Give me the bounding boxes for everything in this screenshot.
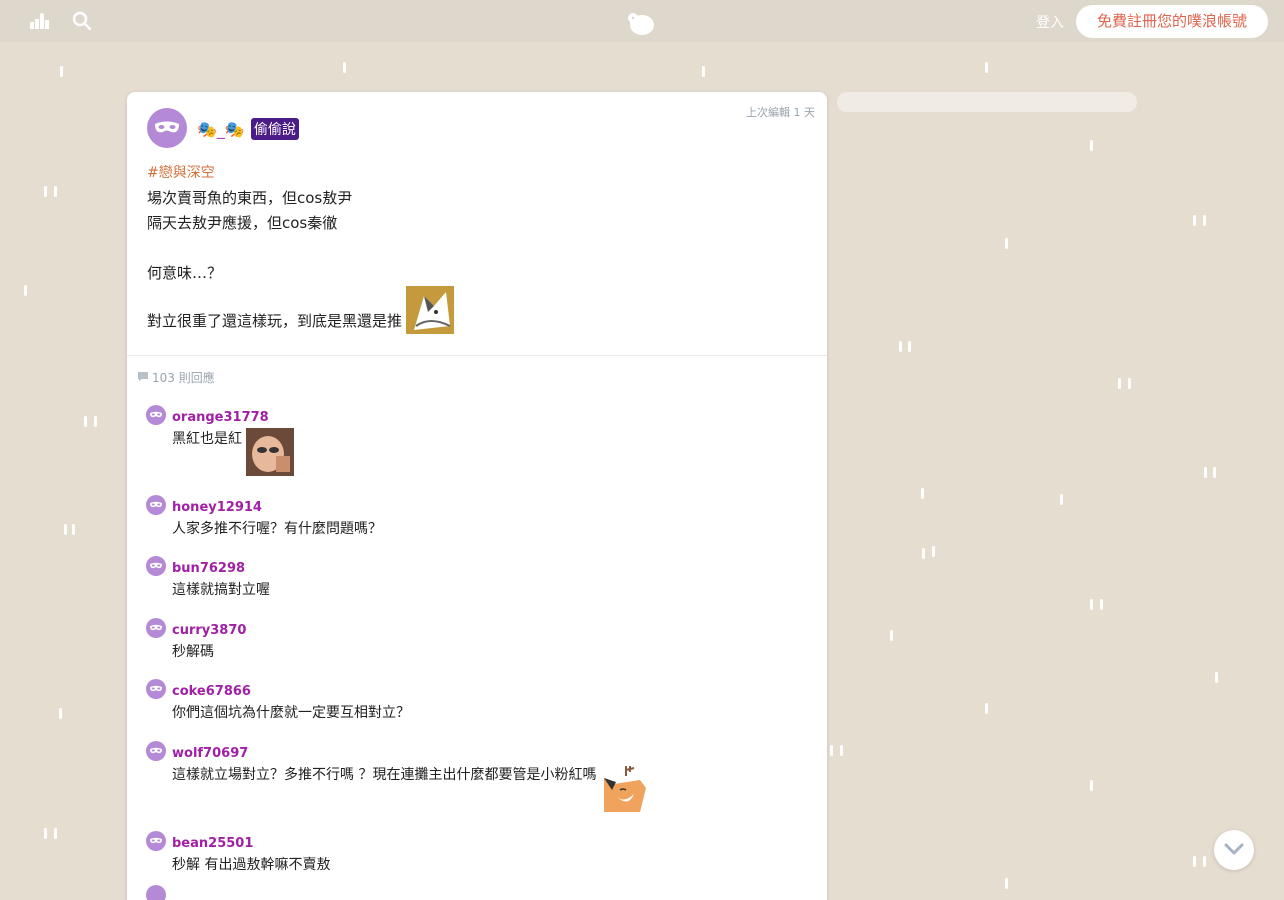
reply-username[interactable]: coke67866: [172, 684, 251, 699]
divider: [127, 355, 827, 356]
login-link[interactable]: 登入: [1036, 12, 1064, 32]
mask-avatar-icon[interactable]: [147, 108, 187, 152]
edit-time: 上次編輯 1 天: [746, 106, 815, 119]
plurk-logo-icon[interactable]: [626, 10, 656, 40]
reply-item: curry3870 秒解碼: [146, 618, 806, 680]
reply-text: 秒解 有出過敖幹嘛不賣敖: [172, 857, 331, 873]
reply-count[interactable]: 103 則回應: [137, 369, 215, 386]
deer-sticker-image[interactable]: [600, 764, 648, 812]
search-icon[interactable]: [72, 11, 92, 35]
plurk-card: 上次編輯 1 天 🎭_🎭 偷偷說 #戀與深空 場次賣哥魚的東西，但cos敖尹 隔…: [127, 92, 827, 900]
post-author: 🎭_🎭 偷偷說: [197, 118, 299, 140]
mask-avatar-icon[interactable]: [146, 741, 166, 765]
reply-username[interactable]: curry3870: [172, 623, 246, 638]
reply-item: orange31778 黑紅也是紅: [146, 405, 806, 496]
anonymous-badge: 偷偷說: [250, 118, 299, 140]
chevron-down-icon: [1224, 843, 1244, 858]
reply-item: wolf70697 這樣就立場對立？多推不行嗎 ？現在連攤主出什麼都要管是小粉紅…: [146, 741, 806, 832]
reply-text: 人家多推不行喔？有什麼問題嗎？: [172, 521, 382, 537]
signup-button[interactable]: 免費註冊您的噗浪帳號: [1076, 5, 1268, 38]
post-line: 場次賣哥魚的東西，但cos敖尹: [147, 189, 353, 207]
reply-username[interactable]: bean25501: [172, 836, 253, 851]
reply-text: 秒解碼: [172, 644, 214, 660]
reply-text: 這樣就搞對立喔: [172, 582, 270, 598]
mask-avatar-icon[interactable]: [146, 679, 166, 703]
scroll-down-button[interactable]: [1214, 830, 1254, 870]
mask-avatar-icon[interactable]: [146, 885, 166, 900]
mask-avatar-icon[interactable]: [146, 831, 166, 855]
post-username[interactable]: 🎭_🎭: [197, 120, 245, 139]
reply-text: 黑紅也是紅: [172, 431, 242, 447]
reply-item: honey12914 人家多推不行喔？有什麼問題嗎？: [146, 495, 806, 557]
reply-text: 這樣就立場對立？多推不行嗎 ？現在連攤主出什麼都要管是小粉紅嗎: [172, 767, 597, 783]
post-line: 隔天去敖尹應援，但cos秦徹: [147, 214, 338, 232]
post-line: [147, 236, 807, 261]
post-line-text: 對立很重了還這樣玩，到底是黑還是推: [147, 312, 403, 330]
reply-username[interactable]: honey12914: [172, 500, 262, 515]
reply-username[interactable]: bun76298: [172, 561, 245, 576]
post-line: 何意味…？: [147, 264, 223, 282]
reply-item: [146, 885, 806, 900]
post-content: #戀與深空 場次賣哥魚的東西，但cos敖尹 隔天去敖尹應援，但cos秦徹 何意味…: [147, 162, 807, 334]
post-line-with-sticker: 對立很重了還這樣玩，到底是黑還是推: [147, 286, 807, 334]
reply-username[interactable]: orange31778: [172, 410, 269, 425]
mask-avatar-icon[interactable]: [146, 495, 166, 519]
reply-username[interactable]: wolf70697: [172, 746, 248, 761]
top-bar: 登入 免費註冊您的噗浪帳號: [0, 0, 1284, 42]
side-panel-placeholder: [837, 92, 1137, 112]
reply-count-label: 103 則回應: [152, 371, 215, 385]
reply-text: 你們這個坑為什麼就一定要互相對立？: [172, 705, 410, 721]
fox-sticker-image[interactable]: [406, 286, 455, 334]
reply-item: bun76298 這樣就搞對立喔: [146, 556, 806, 619]
reply-list: orange31778 黑紅也是紅 honey12914 人家多推不行喔？有什麼…: [146, 405, 806, 900]
sheep-icon[interactable]: [30, 13, 50, 33]
mask-avatar-icon[interactable]: [146, 556, 166, 580]
mask-avatar-icon[interactable]: [146, 405, 166, 429]
reply-item: coke67866 你們這個坑為什麼就一定要互相對立？: [146, 679, 806, 742]
comment-bubble-icon: [137, 371, 149, 385]
reaction-photo-image[interactable]: [246, 428, 294, 476]
mask-avatar-icon[interactable]: [146, 618, 166, 642]
hashtag-link[interactable]: #戀與深空: [147, 162, 807, 182]
reply-item: bean25501 秒解 有出過敖幹嘛不賣敖: [146, 831, 806, 886]
